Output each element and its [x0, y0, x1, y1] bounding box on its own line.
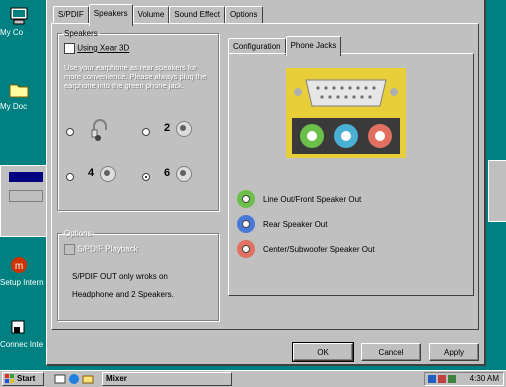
desktop-icon-label: Connec Inte: [0, 340, 44, 349]
jack-rear-out: Rear Speaker Out: [237, 215, 327, 233]
jack-line-out: Line Out/Front Speaker Out: [237, 190, 361, 208]
spdif-note: S/PDIF OUT only wroks on Headphone and 2…: [72, 268, 174, 304]
speaker-icon: [176, 166, 192, 182]
desktop-quicklaunch-icon[interactable]: [54, 373, 66, 385]
jack-rear-out-label: Rear Speaker Out: [263, 219, 328, 229]
radio-4-speakers[interactable]: [66, 173, 74, 181]
windows-logo-icon: [5, 374, 14, 383]
tab-sound-effect[interactable]: Sound Effect: [169, 6, 225, 24]
options-group: Options S/PDIF Playback S/PDIF OUT only …: [57, 229, 219, 321]
audio-config-dialog: S/PDIF Speakers Volume Sound Effect Opti…: [46, 0, 486, 366]
xear-label: Using Xear 3D: [77, 43, 130, 53]
rear-panel-image: [286, 68, 406, 158]
background-window-left: [0, 165, 48, 237]
apply-button[interactable]: Apply: [429, 343, 479, 361]
taskbar-mixer-button[interactable]: Mixer: [102, 372, 232, 386]
spdif-playback-label: S/PDIF Playback: [77, 244, 138, 254]
radio-6-speakers[interactable]: [142, 173, 150, 181]
speakers-legend: Speakers: [64, 29, 98, 38]
xear-checkbox-box[interactable]: [64, 43, 75, 54]
speaker-icon: [100, 166, 116, 182]
tab-options[interactable]: Options: [224, 6, 263, 24]
xear-description: Use your earphone as rear speakers for m…: [64, 63, 207, 90]
spdif-playback-box[interactable]: [64, 244, 75, 255]
spdif-note-line1: S/PDIF OUT only wroks on: [72, 272, 168, 281]
msn-icon: m: [11, 257, 27, 273]
tray-icons[interactable]: [428, 374, 458, 384]
taskbar-app-label: Mixer: [106, 374, 127, 383]
radio-headphone[interactable]: [66, 128, 74, 136]
blue-jack-icon: [237, 215, 255, 233]
connect-icon: [11, 320, 25, 334]
tab-spdif[interactable]: S/PDIF: [53, 6, 89, 24]
background-window-right: [488, 160, 506, 222]
jack-center-sub: Center/Subwoofer Speaker Out: [237, 240, 375, 258]
label-4-speakers: 4: [88, 167, 95, 179]
desktop-icon-connect-internet[interactable]: Connec Inte: [0, 318, 46, 350]
speakers-page: Speakers Using Xear 3D Use your earphone…: [51, 23, 479, 330]
jack-line-out-label: Line Out/Front Speaker Out: [263, 194, 362, 204]
start-button[interactable]: Start: [2, 372, 44, 386]
options-legend: Options: [64, 229, 92, 238]
headphone-icon: [91, 119, 107, 141]
cancel-button[interactable]: Cancel: [361, 343, 421, 361]
jacks-panel: Configuration Phone Jacks Line Out/Front…: [228, 36, 474, 296]
green-jack-icon: [237, 190, 255, 208]
label-2-speakers: 2: [164, 122, 171, 134]
svg-text:m: m: [15, 261, 23, 272]
xear-checkbox[interactable]: Using Xear 3D: [64, 43, 129, 54]
desktop-icon-label: My Doc: [0, 102, 28, 111]
jacks-page: Line Out/Front Speaker Out Rear Speaker …: [228, 53, 474, 296]
desktop-icon-label: Setup Intern: [0, 278, 44, 287]
clock[interactable]: 4:30 AM: [470, 374, 499, 383]
folder-icon: [9, 84, 29, 98]
taskbar: Start Mixer 4:30 AM: [0, 370, 506, 387]
jacks-tab-strip: Configuration Phone Jacks: [228, 36, 474, 56]
ie-quicklaunch-icon[interactable]: [68, 373, 80, 385]
system-tray: 4:30 AM: [424, 372, 504, 386]
ok-button[interactable]: OK: [292, 342, 354, 362]
desktop-icon-label: My Co: [0, 28, 24, 37]
speakers-group: Speakers Using Xear 3D Use your earphone…: [57, 29, 219, 211]
computer-icon: [10, 7, 28, 25]
tab-strip: S/PDIF Speakers Volume Sound Effect Opti…: [53, 4, 263, 26]
tab-volume[interactable]: Volume: [132, 6, 170, 24]
jack-center-sub-label: Center/Subwoofer Speaker Out: [263, 244, 375, 254]
speaker-icon: [176, 121, 192, 137]
radio-2-speakers[interactable]: [142, 128, 150, 136]
tab-phone-jacks[interactable]: Phone Jacks: [285, 36, 342, 56]
start-label: Start: [17, 374, 36, 383]
tab-speakers[interactable]: Speakers: [88, 4, 133, 26]
desktop-icon-setup-internet[interactable]: m Setup Intern: [0, 256, 46, 288]
outlook-quicklaunch-icon[interactable]: [82, 373, 94, 385]
pink-jack-icon: [237, 240, 255, 258]
label-6-speakers: 6: [164, 167, 171, 179]
desktop-icon-my-computer[interactable]: My Co: [0, 6, 46, 38]
spdif-playback-checkbox[interactable]: S/PDIF Playback: [64, 244, 138, 255]
desktop-icon-my-documents[interactable]: My Doc: [0, 80, 46, 112]
spdif-note-line2: Headphone and 2 Speakers.: [72, 290, 174, 299]
